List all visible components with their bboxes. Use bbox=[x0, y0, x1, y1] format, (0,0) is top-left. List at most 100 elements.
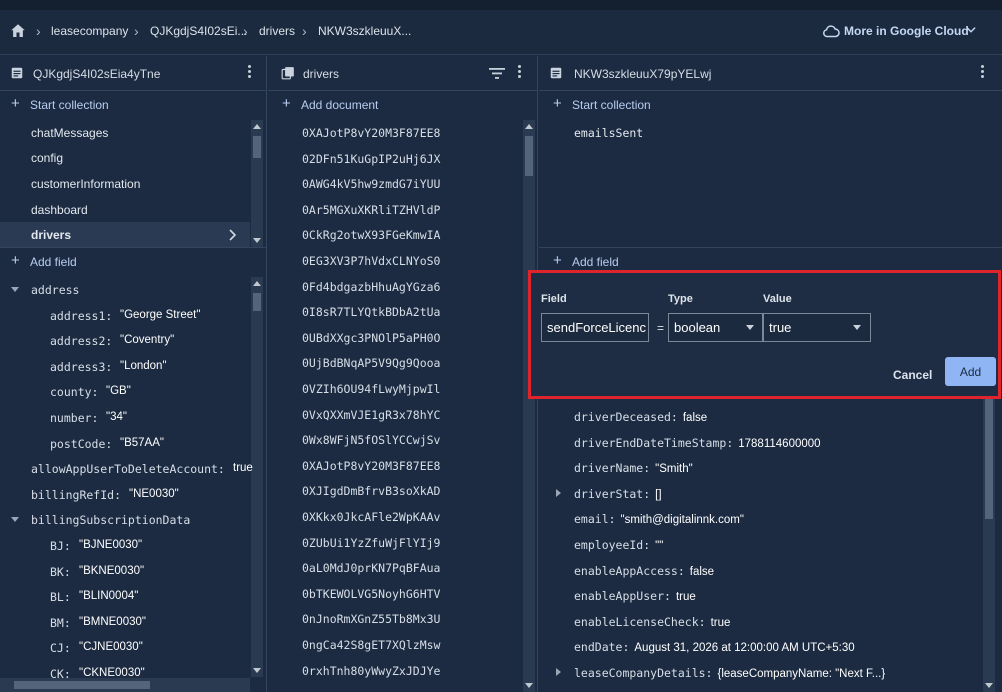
field-value: "George Street" bbox=[120, 308, 201, 321]
document-item[interactable]: 0AWG4kV5hw9zmdG7iYUU bbox=[268, 171, 522, 196]
field-row[interactable]: address1: "George Street" bbox=[0, 303, 250, 328]
fields-scrollbar[interactable] bbox=[983, 399, 995, 692]
field-row[interactable]: BM: "BMNE0030" bbox=[0, 610, 250, 635]
plus-icon: + bbox=[11, 95, 20, 112]
field-row[interactable]: billingSubscriptionData bbox=[0, 507, 250, 532]
document-item[interactable]: 02DFn51KuGpIP2uHj6JX bbox=[268, 146, 522, 171]
document-item[interactable]: 0Wx8WFjN5fOSlYCCwjSv bbox=[268, 427, 522, 452]
field-value: "BLIN0004" bbox=[79, 590, 139, 603]
start-collection-button[interactable]: + Start collection bbox=[539, 94, 1002, 116]
add-field-button[interactable]: + Add field bbox=[0, 251, 266, 273]
subcollection-item[interactable]: emailsSent bbox=[539, 120, 1002, 145]
document-item[interactable]: 0EG3XV3P7hVdxCLNYoS0 bbox=[268, 248, 522, 273]
collection-item[interactable]: chatMessages bbox=[0, 120, 250, 145]
field-row[interactable]: address2: "Coventry" bbox=[0, 328, 250, 353]
fields-scrollbar[interactable] bbox=[251, 277, 263, 677]
documents-scrollbar[interactable] bbox=[523, 120, 535, 692]
more-in-google-cloud-button[interactable]: More in Google Cloud bbox=[844, 24, 969, 38]
field-row[interactable]: driverDeceased: false bbox=[539, 404, 979, 429]
subcollection-name: emailsSent bbox=[574, 126, 644, 140]
document-item[interactable]: 0XKkx0JkcAFle2WpKAAv bbox=[268, 504, 522, 529]
field-key: endDate: bbox=[574, 640, 630, 655]
equals-sign: = bbox=[657, 321, 665, 335]
document-item[interactable]: 0ngCa42S8gET7XQlzMsw bbox=[268, 632, 522, 657]
field-row[interactable]: endDate: August 31, 2026 at 12:00:00 AM U… bbox=[539, 634, 979, 659]
field-row[interactable]: email: "smith@digitalinnk.com" bbox=[539, 506, 979, 531]
document-id: 0I8sR7TLYQtkBDbA2tUa bbox=[302, 305, 441, 320]
add-button[interactable]: Add bbox=[945, 357, 996, 386]
breadcrumb-item-current[interactable]: NKW3szkleuuX... bbox=[318, 24, 411, 38]
document-item[interactable]: 0XJIgdDmBfrvB3soXkAD bbox=[268, 478, 522, 503]
field-row[interactable]: BJ: "BJNE0030" bbox=[0, 533, 250, 558]
panel-header: NKW3szkleuuX79pYELwj bbox=[539, 56, 1002, 91]
collection-scrollbar[interactable] bbox=[251, 120, 263, 247]
collection-item[interactable]: config bbox=[0, 145, 250, 170]
field-row[interactable]: driverEndDateTimeStamp: 1788114600000 bbox=[539, 430, 979, 455]
field-row[interactable]: leaseCompanyDetails: {leaseCompanyName: "… bbox=[539, 660, 979, 685]
expand-toggle-icon[interactable] bbox=[556, 488, 561, 497]
document-item[interactable]: 0VZIh6OU94fLwyMjpwIl bbox=[268, 376, 522, 401]
more-vert-icon[interactable] bbox=[979, 65, 985, 81]
breadcrumb-item[interactable]: drivers bbox=[259, 24, 295, 38]
field-value: false bbox=[682, 412, 708, 424]
document-item[interactable]: 0bTKEWOLVG5NoyhG6HTV bbox=[268, 581, 522, 606]
document-item[interactable]: 0UjBdBNqAP5V9Qg9Qooa bbox=[268, 350, 522, 375]
document-item[interactable]: 0aL0MdJ0prKN7PqBFAua bbox=[268, 555, 522, 580]
document-item[interactable]: 0CkRg2otwX93FGeKmwIA bbox=[268, 222, 522, 247]
field-key: address3: bbox=[50, 359, 113, 374]
document-item[interactable]: 0nJnoRmXGnZ55Tb8Mx3U bbox=[268, 606, 522, 631]
field-key: BJ: bbox=[50, 539, 71, 553]
filter-icon[interactable] bbox=[489, 67, 505, 80]
document-item[interactable]: 0Ar5MGXuXKRliTZHVldP bbox=[268, 197, 522, 222]
document-item[interactable]: 0rxhTnh80yWwyZxJDJYe bbox=[268, 658, 522, 683]
document-item[interactable]: 0UBdXXgc3PNOlP5aPH0O bbox=[268, 325, 522, 350]
field-row[interactable]: BK: "BKNE0030" bbox=[0, 559, 250, 584]
expand-toggle-icon[interactable] bbox=[11, 287, 19, 292]
document-item[interactable]: 0Fd4bdgazbHhuAgYGza6 bbox=[268, 274, 522, 299]
field-row[interactable]: driverName: "Smith" bbox=[539, 455, 979, 480]
document-item[interactable]: 0ZUbUi1YzZfuWjFlYIj9 bbox=[268, 530, 522, 555]
field-row[interactable]: enableLicenseCheck: true bbox=[539, 609, 979, 634]
field-row[interactable]: address bbox=[0, 277, 250, 302]
field-key: driverEndDateTimeStamp: bbox=[574, 435, 734, 450]
more-vert-icon[interactable] bbox=[516, 65, 522, 81]
document-item[interactable]: 0XAJotP8vY20M3F87EE8 bbox=[268, 120, 522, 145]
document-item[interactable]: 0I8sR7TLYQtkBDbA2tUa bbox=[268, 299, 522, 324]
document-item[interactable]: 0XAJotP8vY20M3F87EE8 bbox=[268, 453, 522, 478]
field-row[interactable]: number: "34" bbox=[0, 405, 250, 430]
add-document-button[interactable]: + Add document bbox=[268, 94, 537, 116]
field-row[interactable]: postCode: "B57AA" bbox=[0, 431, 250, 456]
collection-item[interactable]: customerInformation bbox=[0, 171, 250, 196]
breadcrumb-separator-icon: › bbox=[302, 23, 307, 39]
field-key: driverStat: bbox=[574, 486, 651, 501]
field-row[interactable]: enableAppUser: true bbox=[539, 583, 979, 608]
field-row[interactable]: billingRefId: "NE0030" bbox=[0, 482, 250, 507]
field-row[interactable]: enableAppAccess: false bbox=[539, 558, 979, 583]
expand-toggle-icon[interactable] bbox=[556, 668, 561, 676]
field-row[interactable]: CJ: "CJNE0030" bbox=[0, 635, 250, 660]
chevron-down-icon[interactable] bbox=[964, 23, 978, 37]
field-row[interactable]: allowAppUserToDeleteAccount: true bbox=[0, 456, 253, 481]
start-collection-button[interactable]: + Start collection bbox=[0, 94, 266, 116]
more-vert-icon[interactable] bbox=[246, 65, 252, 81]
field-value: "smith@digitalinnk.com" bbox=[620, 514, 744, 527]
document-id: 0AWG4kV5hw9zmdG7iYUU bbox=[302, 177, 441, 192]
breadcrumb-item[interactable]: QJKgdjS4I02sEi... bbox=[150, 24, 247, 38]
cancel-button[interactable]: Cancel bbox=[893, 368, 932, 382]
breadcrumb-separator-icon: › bbox=[243, 23, 248, 39]
field-row[interactable]: employeeId: "" bbox=[539, 532, 979, 557]
breadcrumb-item[interactable]: leasecompany bbox=[51, 24, 128, 38]
field-row[interactable]: CK: "CKNE0030" bbox=[0, 661, 250, 686]
expand-toggle-icon[interactable] bbox=[11, 517, 19, 523]
home-icon[interactable] bbox=[9, 22, 27, 40]
field-row[interactable]: address3: "London" bbox=[0, 354, 250, 379]
collection-item-selected[interactable]: drivers bbox=[0, 222, 250, 247]
field-row[interactable]: county: "GB" bbox=[0, 379, 250, 404]
document-item[interactable]: 0VxQXXmVJE1gR3x78hYC bbox=[268, 402, 522, 427]
document-id: 0ngCa42S8gET7XQlzMsw bbox=[302, 638, 441, 652]
field-row[interactable]: driverStat: [] bbox=[539, 481, 979, 506]
field-row[interactable]: BL: "BLIN0004" bbox=[0, 584, 250, 609]
field-value: August 31, 2026 at 12:00:00 AM UTC+5:30 bbox=[634, 642, 855, 655]
collection-item[interactable]: dashboard bbox=[0, 197, 250, 222]
field-name-input[interactable]: sendForceLicenc bbox=[541, 313, 649, 342]
